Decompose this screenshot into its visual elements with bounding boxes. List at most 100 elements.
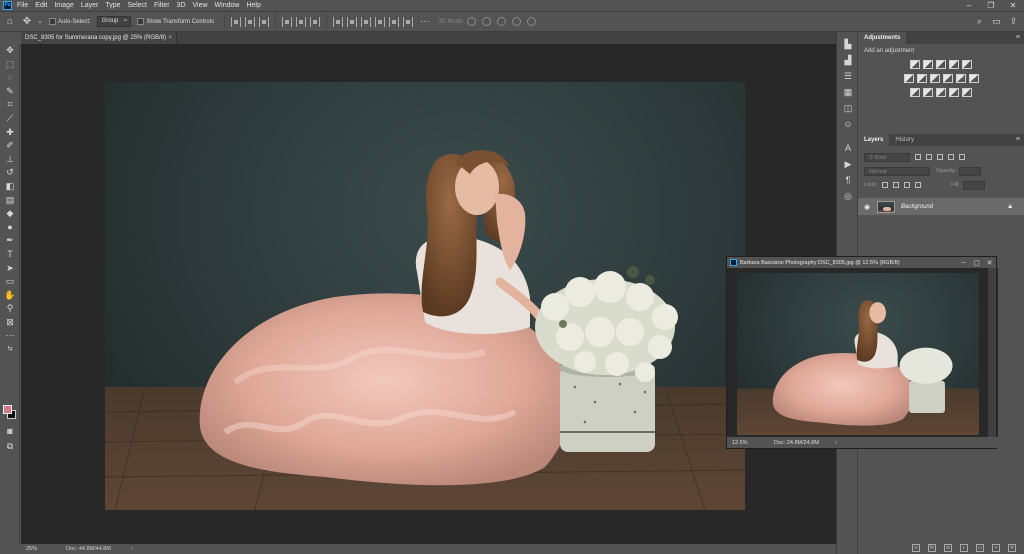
- menu-window[interactable]: Window: [215, 2, 240, 9]
- eraser-tool-icon[interactable]: ◧: [0, 180, 20, 194]
- paragraph-icon[interactable]: ¶: [837, 172, 859, 188]
- healing-brush-tool-icon[interactable]: ✚: [0, 126, 20, 140]
- blur-tool-icon[interactable]: ◆: [0, 207, 20, 221]
- auto-select-checkbox[interactable]: [49, 18, 56, 25]
- histogram-icon[interactable]: ▙: [837, 36, 859, 52]
- 3d-scale-icon[interactable]: [527, 17, 537, 26]
- distribute-bottom-icon[interactable]: [361, 16, 372, 27]
- menu-3d[interactable]: 3D: [177, 2, 186, 9]
- curves-icon[interactable]: [936, 59, 946, 69]
- brightness-contrast-icon[interactable]: [910, 59, 920, 69]
- lock-all-icon[interactable]: [915, 182, 922, 188]
- invert-icon[interactable]: [910, 87, 920, 97]
- hue-saturation-icon[interactable]: [903, 73, 914, 83]
- vibrance-icon[interactable]: [962, 59, 972, 69]
- posterize-icon[interactable]: [923, 87, 933, 97]
- actions-play-icon[interactable]: ▶: [837, 156, 859, 172]
- move-tool-icon[interactable]: ✥: [20, 15, 34, 29]
- floating-document-window[interactable]: Barbara Basciano Photography DSC_8305.jp…: [726, 256, 998, 449]
- fill-field[interactable]: [962, 180, 985, 190]
- distribute-left-icon[interactable]: [375, 16, 386, 27]
- align-bottom-icon[interactable]: [310, 16, 321, 27]
- menu-select[interactable]: Select: [128, 2, 147, 9]
- properties-icon[interactable]: ☰: [837, 68, 859, 84]
- color-balance-icon[interactable]: [916, 73, 927, 83]
- zoom-tool-icon[interactable]: ⚲: [0, 302, 20, 316]
- hand-tool-icon[interactable]: ✋: [0, 289, 20, 303]
- shape-tool-icon[interactable]: ▭: [0, 275, 20, 289]
- filter-type-icon[interactable]: [937, 154, 943, 160]
- exposure-icon[interactable]: [949, 59, 959, 69]
- floating-document-image[interactable]: [737, 273, 979, 435]
- 3d-roll-icon[interactable]: [482, 17, 492, 26]
- eyedropper-tool-icon[interactable]: ⟋: [0, 112, 20, 126]
- crop-tool-icon[interactable]: ⌗: [0, 98, 20, 112]
- channels-icon[interactable]: ◎: [837, 188, 859, 204]
- photo-filter-icon[interactable]: [942, 73, 953, 83]
- levels-adjustment-icon[interactable]: [923, 59, 933, 69]
- workspace-icon[interactable]: ▭: [990, 15, 1003, 28]
- filter-smart-object-icon[interactable]: [959, 154, 965, 160]
- canvas-area[interactable]: [21, 44, 836, 544]
- menu-view[interactable]: View: [193, 2, 208, 9]
- 3d-slide-icon[interactable]: [512, 17, 522, 26]
- floating-zoom-level[interactable]: 12.5%: [732, 440, 774, 446]
- align-left-icon[interactable]: [231, 16, 242, 27]
- foreground-color-swatch[interactable]: [3, 405, 12, 414]
- libraries-icon[interactable]: ▦: [837, 84, 859, 100]
- align-middle-icon[interactable]: [296, 16, 307, 27]
- quick-select-tool-icon[interactable]: ✎: [0, 85, 20, 99]
- minimize-button[interactable]: –: [957, 259, 970, 267]
- lock-position-icon[interactable]: [893, 182, 900, 188]
- close-tab-icon[interactable]: ×: [168, 32, 172, 44]
- distribute-center-icon[interactable]: [389, 16, 400, 27]
- brush-tool-icon[interactable]: ✐: [0, 139, 20, 153]
- show-transform-checkbox[interactable]: [137, 18, 145, 25]
- menu-help[interactable]: Help: [246, 2, 260, 9]
- clone-stamp-tool-icon[interactable]: ⊥: [0, 153, 20, 167]
- layer-item-background[interactable]: ◉ Background 🔒︎: [858, 198, 1024, 215]
- edit-toolbar-icon[interactable]: ···: [0, 329, 20, 343]
- document-tab[interactable]: DSC_8305 for Summerana copy.jpg @ 25% (R…: [21, 32, 177, 44]
- status-menu-icon[interactable]: ›: [835, 440, 837, 446]
- panel-menu-icon[interactable]: ≡: [1016, 134, 1024, 146]
- link-layers-icon[interactable]: ∞: [912, 544, 920, 552]
- 3d-orbit-icon[interactable]: [467, 17, 477, 26]
- visibility-eye-icon[interactable]: ◉: [860, 203, 874, 211]
- filter-shape-icon[interactable]: [948, 154, 954, 160]
- move-tool-icon[interactable]: ✥: [0, 44, 20, 58]
- auto-select-target-dropdown[interactable]: Group: [96, 15, 132, 27]
- character-icon[interactable]: A: [837, 140, 859, 156]
- new-group-icon[interactable]: ▭: [976, 544, 984, 552]
- new-layer-icon[interactable]: +: [992, 544, 1000, 552]
- selective-color-icon[interactable]: [962, 87, 972, 97]
- menu-layer[interactable]: Layer: [81, 2, 99, 9]
- black-white-icon[interactable]: [929, 73, 940, 83]
- menu-edit[interactable]: Edit: [35, 2, 47, 9]
- home-icon[interactable]: ⌂: [3, 15, 17, 29]
- document-image[interactable]: [105, 82, 745, 510]
- 3d-drag-icon[interactable]: [497, 17, 507, 26]
- distribute-middle-icon[interactable]: [347, 16, 358, 27]
- add-mask-icon[interactable]: ◘: [944, 544, 952, 552]
- lock-icon[interactable]: 🔒︎: [1008, 203, 1012, 211]
- color-lookup-icon[interactable]: [968, 73, 979, 83]
- opacity-field[interactable]: [959, 166, 982, 176]
- align-right-icon[interactable]: [259, 16, 270, 27]
- menu-type[interactable]: Type: [105, 2, 120, 9]
- align-top-icon[interactable]: [282, 16, 293, 27]
- menu-image[interactable]: Image: [54, 2, 73, 9]
- gradient-tool-icon[interactable]: ▤: [0, 194, 20, 208]
- distribute-right-icon[interactable]: [403, 16, 414, 27]
- zoom-level[interactable]: 25%: [26, 546, 66, 552]
- filter-pixel-icon[interactable]: [915, 154, 921, 160]
- new-adjustment-icon[interactable]: ◐: [960, 544, 968, 552]
- navigator-icon[interactable]: ◫: [837, 100, 859, 116]
- tab-adjustments[interactable]: Adjustments: [858, 32, 907, 44]
- chevron-down-icon[interactable]: ⌄: [37, 15, 43, 29]
- menu-file[interactable]: File: [17, 2, 28, 9]
- history-brush-tool-icon[interactable]: ↺: [0, 166, 20, 180]
- kind-filter-dropdown[interactable]: ⚲ Kind: [864, 152, 910, 162]
- layer-style-icon[interactable]: fx: [928, 544, 936, 552]
- marquee-tool-icon[interactable]: ⬚: [0, 58, 20, 72]
